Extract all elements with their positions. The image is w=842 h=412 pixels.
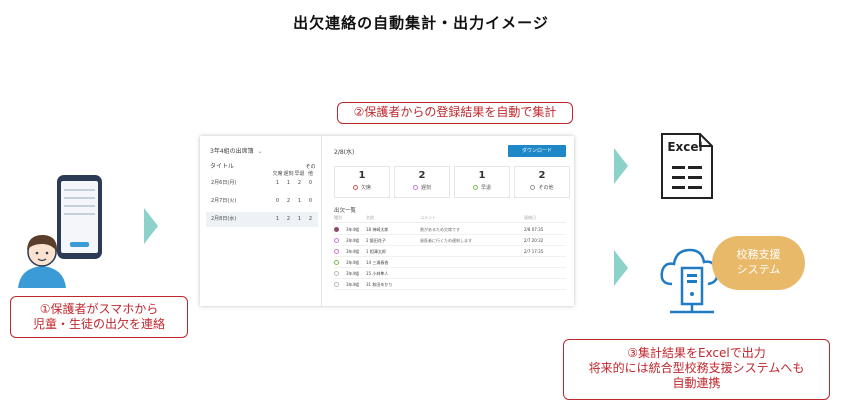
summary-label: 欠席 [360, 185, 371, 191]
class-select-label: 3年4組の出席簿 [210, 148, 254, 155]
count: 2 [297, 180, 302, 186]
summary-num: 2 [538, 170, 546, 181]
callout-excel-output: ③集計結果をExcelで出力 将来的には統合型校務支援システムへも 自動連携 [563, 339, 830, 400]
chevron-down-icon: ⌄ [257, 148, 263, 155]
callout-excel-line-1: ③集計結果をExcelで出力 [627, 346, 766, 360]
count: 1 [275, 216, 280, 222]
table-row[interactable]: 3年4組 15 小林隼人 [334, 268, 566, 279]
table-row[interactable]: 3年4組 31 和田ゆかり [334, 279, 566, 290]
table-row[interactable]: 3年4組 14 三浦春香 [334, 257, 566, 268]
callout-auto-aggregate: ②保護者からの登録結果を自動で集計 [337, 102, 573, 124]
arrow-right-icon [614, 148, 628, 184]
date-row[interactable]: 2月7日(火) 0210 [206, 194, 318, 209]
date-list-pane: 3年4組の出席簿 ⌄ タイトル 欠席遅刻早退その他 2月6日(月) 1120 2月… [200, 136, 322, 306]
row-name: 14 三浦春香 [366, 260, 389, 265]
count-headers: 欠席遅刻早退その他 [272, 163, 316, 177]
detail-header: 種別 [334, 215, 342, 220]
row-comment: 熱があるため欠席です [420, 227, 460, 232]
row-grade: 3年4組 [346, 260, 360, 265]
school-system-badge: 校務支援 システム [712, 236, 805, 290]
detail-pane: 2/8(水) ダウンロード 1 欠席 2 遅刻 1 早退 2 その他 出欠一覧 … [324, 136, 574, 306]
row-grade: 3年4組 [346, 238, 360, 243]
count: 1 [286, 180, 291, 186]
summary-card-late: 2 遅刻 [394, 166, 450, 198]
table-row[interactable]: 3年4組 1 相澤太郎 2/7 17:35 [334, 246, 566, 257]
badge-line-2: システム [736, 263, 781, 276]
callout-excel-line-2: 将来的には統合型校務支援システムへも [588, 361, 805, 375]
summary-num: 1 [358, 170, 366, 181]
class-select[interactable]: 3年4組の出席簿 ⌄ [210, 146, 263, 155]
count: 1 [275, 180, 280, 186]
row-grade: 3年4組 [346, 282, 360, 287]
date-row-selected[interactable]: 2月8日(水) 1212 [206, 212, 318, 227]
count: 2 [286, 198, 291, 204]
count: 0 [308, 198, 313, 204]
count: 0 [308, 180, 313, 186]
count: 0 [275, 198, 280, 204]
page-title: 出欠連絡の自動集計・出力イメージ [293, 14, 549, 32]
callout-excel-line-3: 自動連携 [672, 376, 721, 390]
detail-title: 出欠一覧 [334, 208, 357, 214]
attendance-app-screenshot: 3年4組の出席簿 ⌄ タイトル 欠席遅刻早退その他 2月6日(月) 1120 2月… [200, 136, 574, 306]
status-dot-icon [412, 185, 418, 190]
arrow-right-icon [614, 250, 628, 286]
parent-person-icon [18, 234, 66, 288]
callout-phone-line-2: 児童・生徒の出欠を連絡 [32, 317, 165, 331]
download-button[interactable]: ダウンロード [508, 145, 566, 157]
count-header: その他 [305, 164, 316, 177]
date-label: 2月6日(月) [211, 180, 237, 186]
status-dot-icon [334, 282, 339, 287]
row-time: 2/7 20:32 [524, 238, 544, 243]
callout-auto-text: ②保護者からの登録結果を自動で集計 [353, 105, 557, 119]
row-name: 18 神崎太郎 [366, 227, 389, 232]
list-title: タイトル [210, 163, 235, 170]
summary-num: 2 [418, 170, 426, 181]
row-name: 2 飯田花子 [366, 238, 386, 243]
table-row[interactable]: 3年4組 18 神崎太郎 熱があるため欠席です 2/8 07:35 [334, 224, 566, 235]
date-row[interactable]: 2月6日(月) 1120 [206, 176, 318, 191]
callout-parent-report: ①保護者がスマホから 児童・生徒の出欠を連絡 [10, 296, 188, 338]
row-comment: 歯医者に行くため遅刻します [420, 238, 472, 243]
summary-card-early: 1 早退 [454, 166, 510, 198]
detail-header: 名前 [366, 215, 374, 220]
row-name: 31 和田ゆかり [366, 282, 393, 287]
summary-label: 遅刻 [420, 185, 431, 191]
row-name: 1 相澤太郎 [366, 249, 386, 254]
count: 2 [308, 216, 313, 222]
summary-label: その他 [538, 185, 554, 191]
status-dot-icon [334, 249, 339, 254]
status-dot-icon [334, 238, 339, 243]
status-dot-icon [472, 185, 478, 190]
status-dot-icon [334, 271, 339, 276]
row-grade: 3年4組 [346, 227, 360, 232]
row-grade: 3年4組 [346, 271, 360, 276]
badge-line-1: 校務支援 [736, 248, 781, 261]
status-dot-icon [334, 227, 339, 232]
summary-label: 早退 [480, 185, 491, 191]
summary-num: 1 [478, 170, 486, 181]
date-label: 2月7日(火) [211, 198, 237, 204]
row-time: 2/7 17:35 [524, 249, 544, 254]
excel-label: Excel [667, 140, 703, 154]
status-dot-icon [334, 260, 339, 265]
detail-header: 連絡日 [524, 215, 536, 220]
count: 1 [297, 216, 302, 222]
table-row[interactable]: 3年4組 2 飯田花子 歯医者に行くため遅刻します 2/7 20:32 [334, 235, 566, 246]
row-name: 15 小林隼人 [366, 271, 389, 276]
current-date: 2/8(水) [334, 149, 355, 156]
row-grade: 3年4組 [346, 249, 360, 254]
count: 2 [286, 216, 291, 222]
status-dot-icon [530, 185, 536, 190]
detail-table-header: 種別 名前 コメント 連絡日 [334, 215, 566, 223]
row-time: 2/8 07:35 [524, 227, 544, 232]
count: 1 [297, 198, 302, 204]
date-label: 2月8日(水) [211, 216, 237, 222]
callout-phone-line-1: ①保護者がスマホから [39, 302, 159, 316]
status-dot-icon [352, 185, 358, 190]
arrow-right-icon [144, 208, 158, 244]
summary-card-absent: 1 欠席 [334, 166, 390, 198]
detail-header: コメント [420, 215, 436, 220]
summary-card-other: 2 その他 [514, 166, 570, 198]
